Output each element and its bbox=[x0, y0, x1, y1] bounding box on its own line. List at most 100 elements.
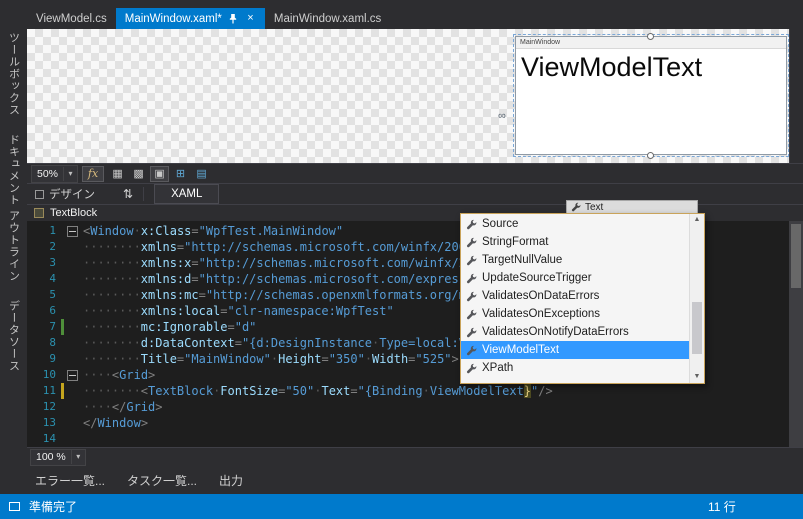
line-number: 14 bbox=[42, 432, 56, 445]
fold-toggle-icon[interactable] bbox=[66, 370, 78, 381]
completion-item-targetnullvalue[interactable]: TargetNullValue bbox=[461, 251, 689, 269]
code-text[interactable]: ········xmlns:local="clr-namespace:WpfTe… bbox=[79, 303, 394, 319]
code-line-14: 14 bbox=[27, 431, 789, 447]
code-line-12: 12 ····</Grid> bbox=[27, 399, 789, 415]
line-number: 13 bbox=[42, 416, 56, 429]
sidebar-tab-toolbox[interactable]: ツールボックス bbox=[6, 32, 22, 116]
outlining-margin bbox=[65, 367, 79, 383]
fold-toggle-icon[interactable] bbox=[66, 226, 78, 237]
left-toolbar: ツールボックスドキュメント アウトラインデータソース bbox=[0, 8, 27, 494]
sidebar-tab-document-outline[interactable]: ドキュメント アウトライン bbox=[6, 134, 22, 282]
xaml-view-tab[interactable]: XAML bbox=[154, 184, 220, 204]
scrollbar-thumb[interactable] bbox=[791, 224, 801, 288]
line-number: 4 bbox=[49, 272, 56, 285]
code-text[interactable]: <Window·x:Class="WpfTest.MainWindow" bbox=[79, 223, 343, 239]
completion-item-validatesondataerrors[interactable]: ValidatesOnDataErrors bbox=[461, 287, 689, 305]
intellisense-scrollbar[interactable]: ▲ ▼ bbox=[689, 214, 704, 383]
toggle-artboard-background-icon[interactable]: ▣ bbox=[150, 165, 170, 182]
scroll-down-icon[interactable]: ▼ bbox=[690, 371, 704, 383]
completion-label: ValidatesOnExceptions bbox=[482, 308, 601, 320]
sidebar-tab-data-sources[interactable]: データソース bbox=[6, 300, 22, 372]
design-view-tab[interactable]: デザイン bbox=[49, 186, 95, 202]
change-tracking-margin bbox=[61, 415, 64, 431]
completion-item-validatesonnotifydataerrors[interactable]: ValidatesOnNotifyDataErrors bbox=[461, 323, 689, 341]
completion-label: XPath bbox=[482, 362, 514, 374]
change-tracking-bar bbox=[61, 383, 64, 399]
status-bar: 準備完了 11 行 bbox=[0, 494, 803, 519]
pin-icon[interactable] bbox=[228, 13, 239, 25]
close-icon[interactable]: × bbox=[245, 13, 256, 25]
code-text[interactable]: ········Title="MainWindow"·Height="350"·… bbox=[79, 351, 459, 367]
change-tracking-margin bbox=[61, 399, 64, 415]
editor-vertical-scrollbar[interactable] bbox=[789, 221, 803, 447]
preview-textblock[interactable]: ViewModelText bbox=[521, 53, 786, 82]
tab-mainwindow-xaml-cs[interactable]: MainWindow.xaml.cs bbox=[264, 8, 391, 29]
completion-item-viewmodeltext[interactable]: ViewModelText bbox=[461, 341, 689, 359]
tab-label: MainWindow.xaml* bbox=[124, 12, 222, 25]
code-text[interactable]: ····<Grid> bbox=[79, 367, 155, 383]
completion-item-xpath[interactable]: XPath bbox=[461, 359, 689, 377]
swap-panes-icon[interactable]: ⇅ bbox=[123, 187, 133, 201]
designer-zoom-combo[interactable]: 50% ▾ bbox=[31, 164, 79, 183]
snap-to-snaplines-icon[interactable]: ⊞ bbox=[171, 166, 190, 182]
resize-handle-top[interactable] bbox=[647, 33, 654, 40]
scrollbar-thumb[interactable] bbox=[692, 302, 702, 354]
line-number: 9 bbox=[49, 352, 56, 365]
scroll-up-icon[interactable]: ▲ bbox=[690, 214, 704, 226]
code-line-13: 13 </Window> bbox=[27, 415, 789, 431]
property-icon bbox=[465, 273, 477, 284]
snap-to-grid-icon[interactable]: ▩ bbox=[129, 166, 148, 182]
anchor-left-icon[interactable]: ∞ bbox=[498, 110, 506, 122]
change-tracking-margin bbox=[61, 351, 64, 367]
status-message: 準備完了 bbox=[29, 500, 78, 514]
change-tracking-margin bbox=[61, 287, 64, 303]
tag-navigator-item[interactable]: TextBlock bbox=[50, 207, 97, 219]
design-surface[interactable]: MainWindow ViewModelText ∞ ∞ bbox=[27, 29, 803, 163]
completion-label: TargetNullValue bbox=[482, 254, 563, 266]
panel-tab-task-list[interactable]: タスク一覧... bbox=[127, 472, 197, 489]
line-number: 5 bbox=[49, 288, 56, 301]
property-icon bbox=[465, 327, 477, 338]
outlining-margin bbox=[65, 351, 79, 367]
editor-zoom-row: 100 % ▾ bbox=[27, 447, 803, 466]
change-tracking-margin bbox=[61, 335, 64, 351]
designer-scrollbar[interactable] bbox=[789, 29, 803, 163]
effects-toggle-button[interactable]: fx bbox=[82, 165, 105, 182]
code-text[interactable]: ····</Grid> bbox=[79, 399, 163, 415]
code-text[interactable]: ········<TextBlock·FontSize="50"·Text="{… bbox=[79, 383, 553, 399]
property-icon bbox=[465, 219, 477, 230]
show-snap-grid-icon[interactable]: ▦ bbox=[108, 166, 127, 182]
property-icon bbox=[465, 255, 477, 266]
outlining-margin bbox=[65, 335, 79, 351]
quickinfo-label: Text bbox=[585, 201, 604, 213]
tab-mainwindow-xaml[interactable]: MainWindow.xaml* × bbox=[115, 8, 265, 29]
change-tracking-margin bbox=[61, 303, 64, 319]
completion-item-stringformat[interactable]: StringFormat bbox=[461, 233, 689, 251]
tab-viewmodel-cs[interactable]: ViewModel.cs bbox=[27, 8, 116, 29]
disable-project-code-icon[interactable]: ▤ bbox=[192, 166, 211, 182]
outlining-margin bbox=[65, 431, 79, 447]
code-text[interactable]: </Window> bbox=[79, 415, 148, 431]
change-tracking-margin bbox=[61, 271, 64, 287]
outlining-margin bbox=[65, 319, 79, 335]
completion-item-source[interactable]: Source bbox=[461, 215, 689, 233]
line-number: 3 bbox=[49, 256, 56, 269]
change-tracking-margin bbox=[61, 367, 64, 383]
design-view-icon bbox=[35, 189, 44, 199]
panel-tab-output[interactable]: 出力 bbox=[219, 472, 243, 489]
quickinfo-fragment: Text bbox=[566, 200, 698, 214]
resize-handle-bottom[interactable] bbox=[647, 152, 654, 159]
completion-label: UpdateSourceTrigger bbox=[482, 272, 592, 284]
completion-item-updatesourcetrigger[interactable]: UpdateSourceTrigger bbox=[461, 269, 689, 287]
window-preview[interactable]: MainWindow ViewModelText ∞ ∞ bbox=[498, 33, 803, 159]
outlining-margin bbox=[65, 399, 79, 415]
completion-item-validatesonexceptions[interactable]: ValidatesOnExceptions bbox=[461, 305, 689, 323]
designer-toolbar-icons: ▦ ▩ ▣ ⊞ ▤ bbox=[108, 165, 211, 182]
line-number: 2 bbox=[49, 240, 56, 253]
panel-tab-error-list[interactable]: エラー一覧... bbox=[35, 472, 105, 489]
outlining-margin bbox=[65, 239, 79, 255]
code-text[interactable] bbox=[79, 431, 83, 447]
code-text[interactable]: ········mc:Ignorable="d" bbox=[79, 319, 256, 335]
outlining-margin bbox=[65, 415, 79, 431]
editor-zoom-combo[interactable]: 100 % ▾ bbox=[30, 448, 86, 466]
